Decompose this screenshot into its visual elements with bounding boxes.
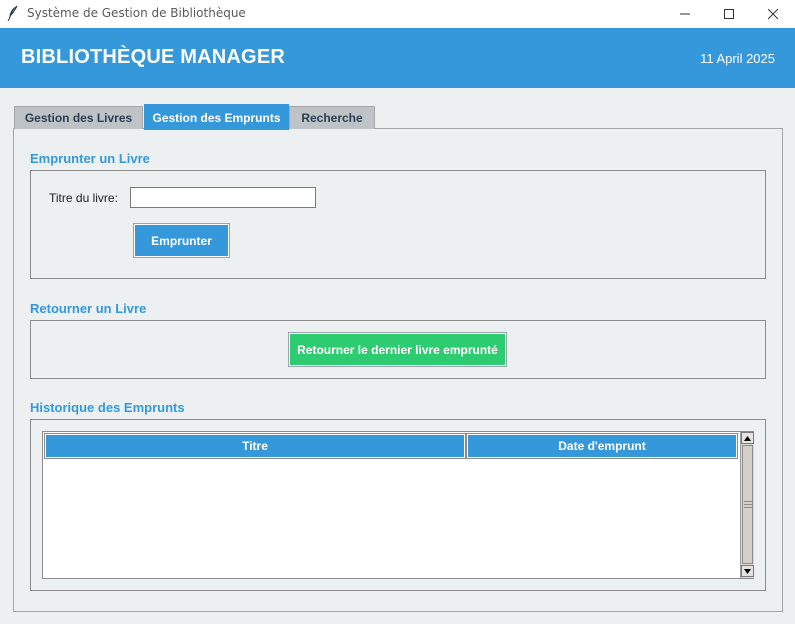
minimize-button[interactable] xyxy=(662,0,708,28)
borrow-section-title: Emprunter un Livre xyxy=(30,151,150,166)
minimize-icon xyxy=(680,13,690,15)
main-content: Gestion des Livres Gestion des Emprunts … xyxy=(0,88,795,624)
history-scrollbar[interactable] xyxy=(740,432,754,578)
return-last-book-button[interactable]: Retourner le dernier livre emprunté xyxy=(288,332,507,367)
borrow-button[interactable]: Emprunter xyxy=(133,223,230,258)
history-table[interactable]: Titre Date d'emprunt xyxy=(42,431,754,579)
column-header-date[interactable]: Date d'emprunt xyxy=(466,433,738,459)
close-button[interactable] xyxy=(750,0,795,28)
book-title-input[interactable] xyxy=(130,187,316,208)
return-section-title: Retourner un Livre xyxy=(30,301,147,316)
current-date: 11 April 2025 xyxy=(700,51,775,66)
arrow-up-icon xyxy=(744,435,751,441)
arrow-down-icon xyxy=(744,568,751,574)
feather-icon xyxy=(6,5,20,22)
scroll-up-button[interactable] xyxy=(741,432,754,444)
history-section-title: Historique des Emprunts xyxy=(30,400,185,415)
app-title: BIBLIOTHÈQUE MANAGER xyxy=(21,46,285,68)
tab-gestion-emprunts[interactable]: Gestion des Emprunts xyxy=(144,104,289,130)
window-titlebar: Système de Gestion de Bibliothèque xyxy=(0,0,795,28)
scroll-down-button[interactable] xyxy=(741,565,754,577)
tab-recherche[interactable]: Recherche xyxy=(289,106,375,129)
maximize-button[interactable] xyxy=(706,0,752,28)
scroll-thumb[interactable] xyxy=(742,445,753,564)
app-header: BIBLIOTHÈQUE MANAGER 11 April 2025 xyxy=(0,28,795,88)
tab-gestion-livres[interactable]: Gestion des Livres xyxy=(14,106,143,129)
column-header-titre[interactable]: Titre xyxy=(44,433,466,459)
close-icon xyxy=(768,9,778,19)
window-title: Système de Gestion de Bibliothèque xyxy=(27,6,246,20)
book-title-label: Titre du livre: xyxy=(49,191,118,205)
maximize-icon xyxy=(724,9,734,19)
